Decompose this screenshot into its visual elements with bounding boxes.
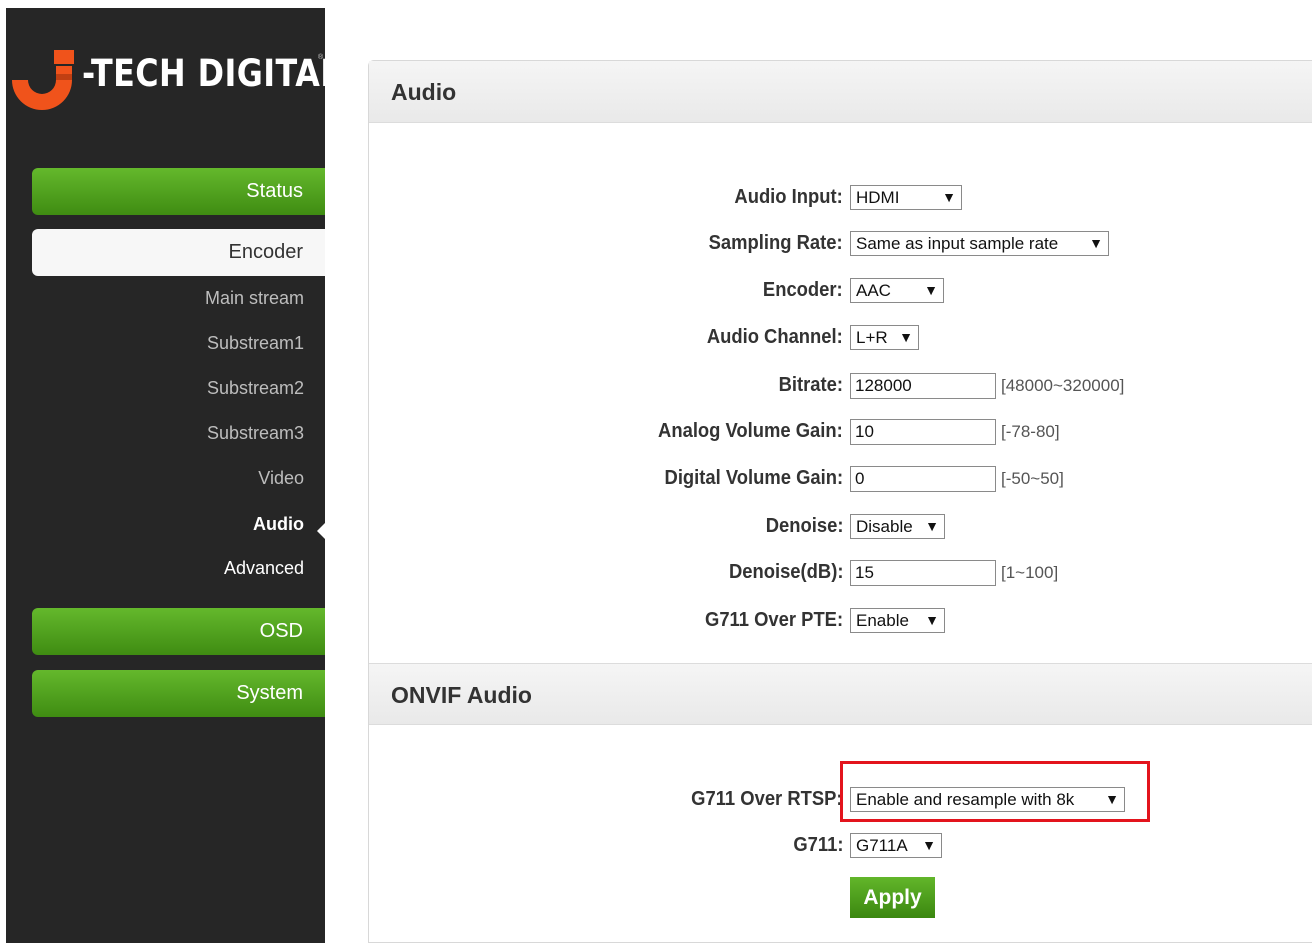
chevron-down-icon: ▼: [1089, 235, 1103, 251]
active-indicator-caret: [317, 523, 325, 539]
g711-label: G711:: [792, 834, 843, 856]
g711-value: G711A: [856, 836, 908, 855]
g711-over-rtsp-label: G711 Over RTSP:: [691, 788, 843, 810]
highlight-box: [840, 761, 1150, 822]
sampling-rate-select[interactable]: Same as input sample rate ▼: [850, 231, 1109, 256]
chevron-down-icon: ▼: [922, 837, 936, 853]
digital-volume-gain-hint: [-50~50]: [1001, 469, 1064, 488]
denoise-db-label: Denoise(dB):: [728, 561, 843, 583]
sidebar-item-main-stream[interactable]: Main stream: [32, 288, 304, 309]
analog-volume-gain-input[interactable]: 10: [850, 419, 996, 445]
audio-channel-label: Audio Channel:: [707, 326, 843, 348]
j-logo-icon: [12, 50, 74, 110]
chevron-down-icon: ▼: [899, 329, 913, 345]
audio-input-label: Audio Input:: [734, 186, 843, 208]
g711-select[interactable]: G711A ▼: [850, 833, 942, 858]
encoder-value: AAC: [856, 281, 891, 300]
denoise-row: Denoise: Disable ▼: [369, 511, 1312, 541]
sidebar-item-audio[interactable]: Audio: [32, 514, 304, 535]
sampling-rate-value: Same as input sample rate: [856, 234, 1059, 253]
sidebar-item-video[interactable]: Video: [32, 468, 304, 489]
sidebar-item-substream2[interactable]: Substream2: [32, 378, 304, 399]
g711-over-pte-row: G711 Over PTE: Enable ▼: [369, 605, 1312, 635]
sidebar-item-substream3[interactable]: Substream3: [32, 423, 304, 444]
content-panel: Audio Audio Input: HDMI ▼ Sampling Rate:…: [368, 60, 1312, 943]
denoise-select[interactable]: Disable ▼: [850, 514, 945, 539]
g711-over-pte-label: G711 Over PTE:: [704, 609, 843, 631]
g711-row: G711: G711A ▼: [369, 830, 1312, 860]
denoise-db-hint: [1~100]: [1001, 563, 1059, 582]
g711-over-pte-value: Enable: [856, 611, 909, 630]
brand-name: -TECH DIGITAL: [82, 52, 341, 95]
bitrate-row: Bitrate: 128000 [48000~320000]: [369, 370, 1312, 400]
sidebar-item-advanced[interactable]: Advanced: [32, 558, 304, 579]
encoder-label: Encoder:: [763, 279, 843, 301]
chevron-down-icon: ▼: [925, 612, 939, 628]
chevron-down-icon: ▼: [942, 189, 956, 205]
analog-volume-gain-row: Analog Volume Gain: 10 [-78-80]: [369, 416, 1312, 446]
sampling-rate-label: Sampling Rate:: [709, 232, 843, 254]
audio-channel-row: Audio Channel: L+R ▼: [369, 322, 1312, 352]
digital-volume-gain-input[interactable]: 0: [850, 466, 996, 492]
sidebar-item-substream1[interactable]: Substream1: [32, 333, 304, 354]
trademark: ®: [318, 54, 324, 61]
chevron-down-icon: ▼: [924, 282, 938, 298]
encoder-select[interactable]: AAC ▼: [850, 278, 944, 303]
bitrate-label: Bitrate:: [778, 374, 843, 396]
denoise-label: Denoise:: [765, 515, 843, 537]
encoder-row: Encoder: AAC ▼: [369, 275, 1312, 305]
audio-channel-select[interactable]: L+R ▼: [850, 325, 919, 350]
nav-osd-button[interactable]: OSD: [32, 608, 325, 655]
digital-volume-gain-label: Digital Volume Gain:: [664, 467, 843, 489]
sidebar: -TECH DIGITAL ® Status Encoder Main stre…: [6, 8, 341, 943]
brand-logo: -TECH DIGITAL ®: [6, 40, 341, 120]
analog-volume-gain-hint: [-78-80]: [1001, 422, 1060, 441]
apply-button[interactable]: Apply: [850, 877, 935, 918]
denoise-db-input[interactable]: 15: [850, 560, 996, 586]
onvif-audio-section-title: ONVIF Audio: [369, 663, 1312, 725]
denoise-db-row: Denoise(dB): 15 [1~100]: [369, 557, 1312, 587]
bitrate-input[interactable]: 128000: [850, 373, 996, 399]
denoise-value: Disable: [856, 517, 913, 536]
audio-channel-value: L+R: [856, 328, 888, 347]
chevron-down-icon: ▼: [925, 518, 939, 534]
audio-input-row: Audio Input: HDMI ▼: [369, 182, 1312, 212]
digital-volume-gain-row: Digital Volume Gain: 0 [-50~50]: [369, 463, 1312, 493]
audio-input-select[interactable]: HDMI ▼: [850, 185, 962, 210]
nav-status-button[interactable]: Status: [32, 168, 325, 215]
g711-over-pte-select[interactable]: Enable ▼: [850, 608, 945, 633]
nav-encoder-button[interactable]: Encoder: [32, 229, 325, 276]
audio-section-title: Audio: [369, 61, 1312, 123]
sampling-rate-row: Sampling Rate: Same as input sample rate…: [369, 228, 1312, 258]
audio-input-value: HDMI: [856, 188, 900, 207]
analog-volume-gain-label: Analog Volume Gain:: [658, 420, 843, 442]
bitrate-range-hint: [48000~320000]: [1001, 376, 1125, 395]
nav-system-button[interactable]: System: [32, 670, 325, 717]
